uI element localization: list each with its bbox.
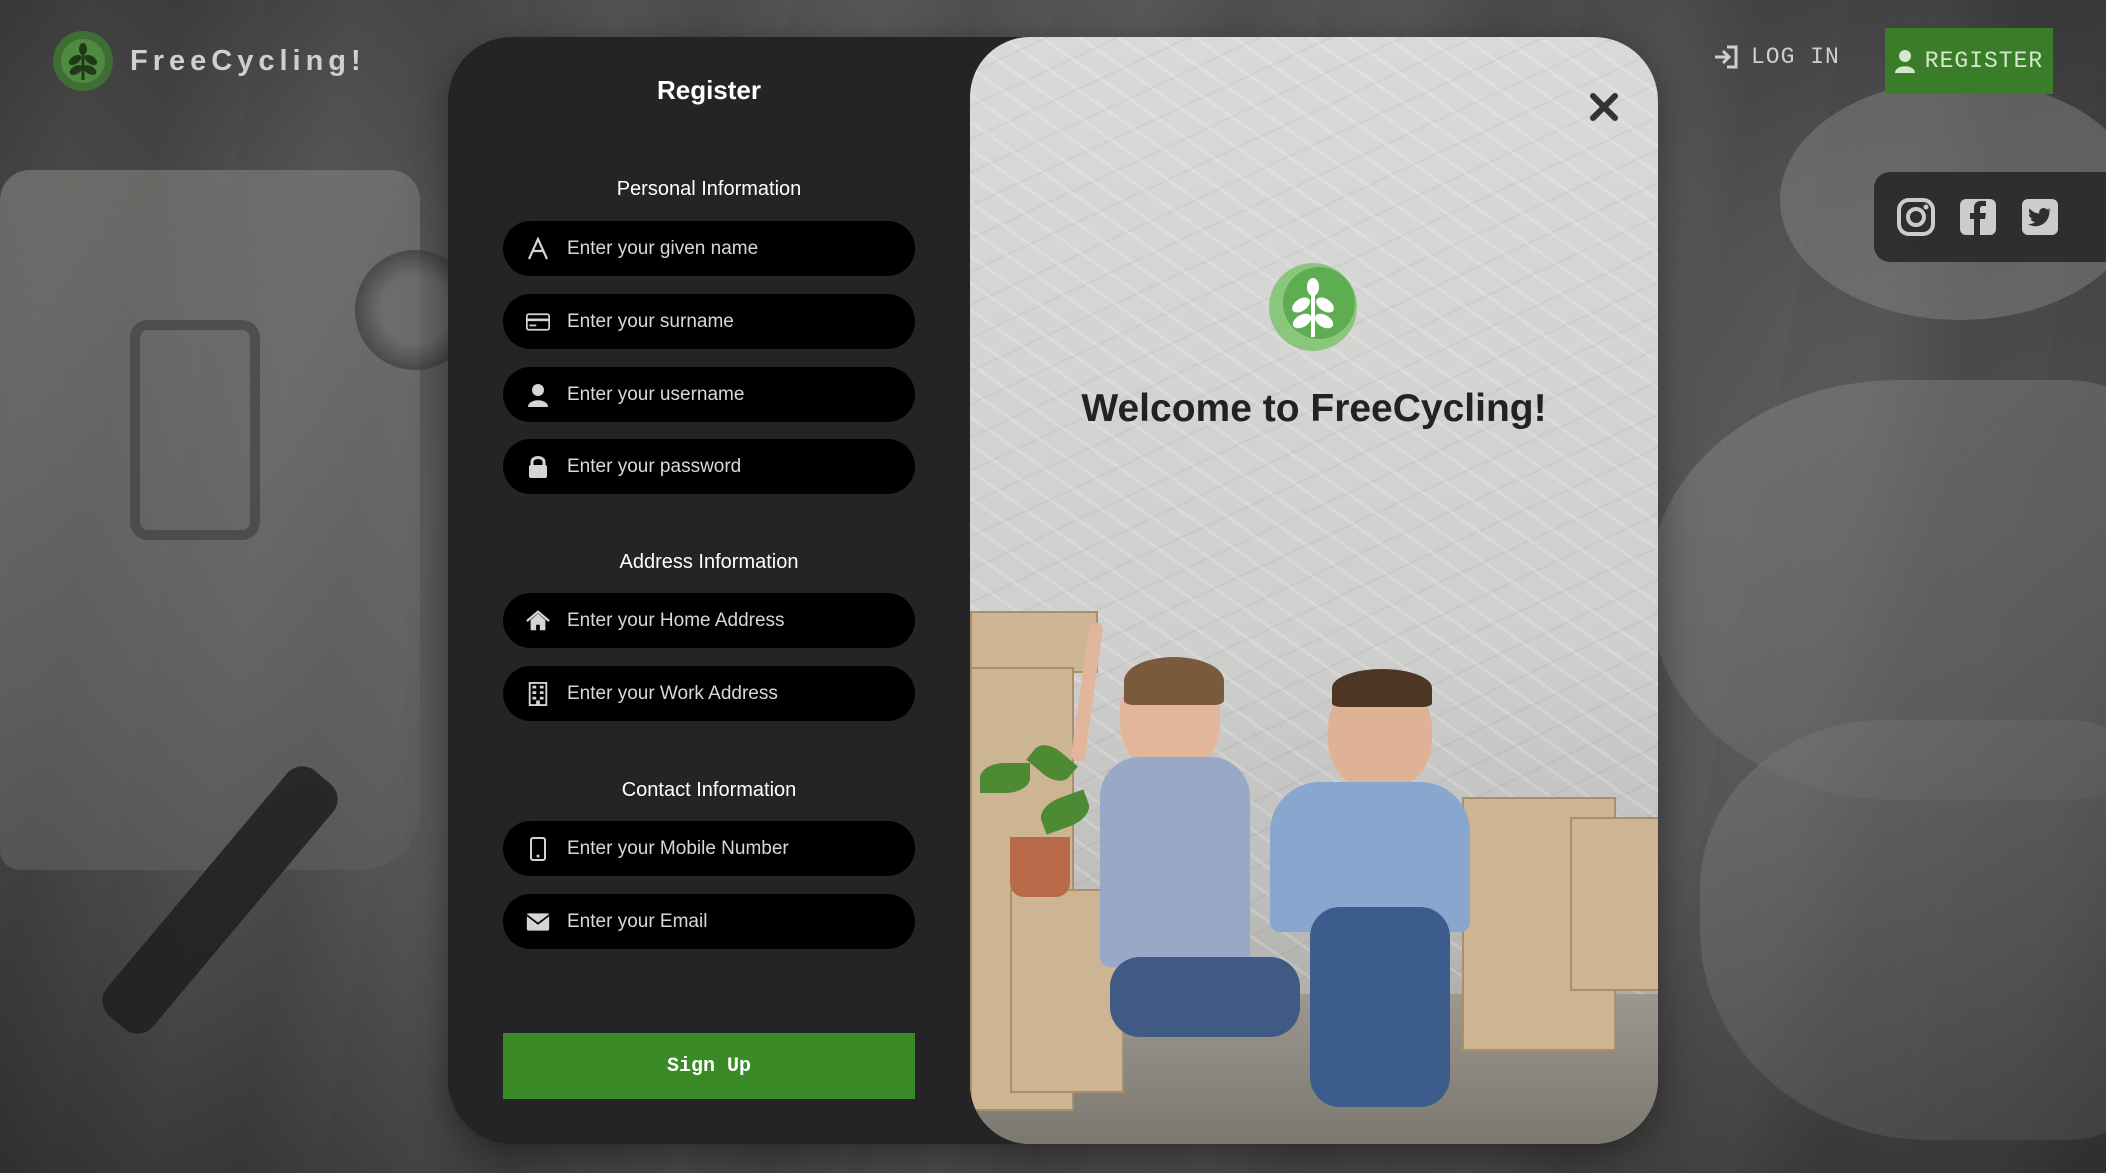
register-modal: Register Personal Information Enter your…	[448, 37, 1658, 1144]
sign-up-button[interactable]: Sign Up	[503, 1033, 915, 1099]
font-letter-icon	[525, 236, 551, 262]
username-input[interactable]	[565, 382, 915, 407]
welcome-panel: Welcome to FreeCycling!	[970, 37, 1658, 1144]
password-input[interactable]	[565, 454, 915, 479]
stacked-box-top	[970, 611, 1098, 673]
home-address-input[interactable]	[565, 608, 915, 633]
facebook-icon[interactable]	[1958, 197, 1998, 237]
mobile-phone-icon	[525, 836, 551, 862]
home-icon	[525, 608, 551, 634]
given-name-input[interactable]	[565, 236, 915, 261]
password-field[interactable]	[503, 439, 915, 494]
man-hair	[1332, 669, 1432, 707]
register-nav-label: REGISTER	[1924, 48, 2044, 74]
plant-leaf	[980, 763, 1030, 793]
instagram-icon[interactable]	[1896, 197, 1936, 237]
lock-icon	[525, 454, 551, 480]
leaf-logo-icon	[1269, 263, 1357, 351]
welcome-title: Welcome to FreeCycling!	[1081, 387, 1547, 430]
twitter-icon[interactable]	[2020, 197, 2060, 237]
form-title: Register	[656, 75, 762, 105]
leaf-logo-icon	[53, 31, 113, 91]
brand-logo[interactable]: FreeCycling!	[52, 30, 366, 92]
id-card-icon	[525, 309, 551, 335]
user-icon	[525, 382, 551, 408]
username-field[interactable]	[503, 367, 915, 422]
social-links	[1874, 172, 2106, 262]
woman-jeans	[1110, 957, 1300, 1037]
given-name-field[interactable]	[503, 221, 915, 276]
close-icon	[1590, 93, 1618, 121]
user-icon	[1894, 50, 1915, 73]
register-form: Register Personal Information Enter your…	[448, 37, 970, 1144]
box-right-edge	[1570, 817, 1658, 991]
work-address-field[interactable]	[503, 666, 915, 721]
woman-hair	[1124, 657, 1224, 705]
email-field[interactable]	[503, 894, 915, 949]
man-jeans	[1310, 907, 1450, 1107]
sign-in-icon	[1715, 45, 1738, 69]
section-personal-title: Personal Information	[616, 178, 802, 200]
email-input[interactable]	[565, 909, 915, 934]
envelope-icon	[525, 909, 551, 935]
mobile-input[interactable]	[565, 836, 915, 861]
close-button[interactable]	[1586, 89, 1622, 125]
login-link[interactable]: LOG IN	[1713, 44, 1840, 70]
home-address-field[interactable]	[503, 593, 915, 648]
register-nav-button[interactable]: REGISTER	[1885, 28, 2053, 94]
building-icon	[525, 681, 551, 707]
brand-name: FreeCycling!	[130, 44, 366, 77]
background-buckle	[130, 320, 260, 540]
woman-shirt	[1100, 757, 1250, 967]
section-contact-title: Contact Information	[621, 779, 797, 801]
work-address-input[interactable]	[565, 681, 915, 706]
surname-field[interactable]	[503, 294, 915, 349]
surname-input[interactable]	[565, 309, 915, 334]
plant-pot	[1010, 837, 1070, 897]
mobile-field[interactable]	[503, 821, 915, 876]
section-address-title: Address Information	[619, 551, 799, 573]
login-label: LOG IN	[1751, 44, 1840, 70]
